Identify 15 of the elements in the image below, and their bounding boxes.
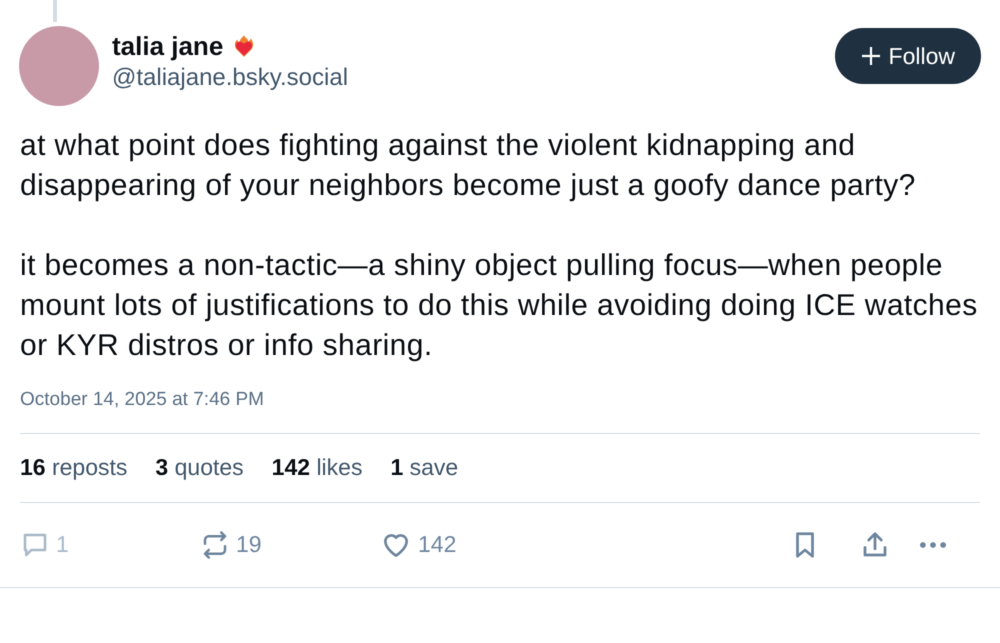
more-button[interactable]: [920, 542, 946, 548]
stat-link[interactable]: 16 reposts: [20, 450, 128, 485]
author-handle[interactable]: @taliajane.bsky.social: [112, 62, 348, 94]
post-text: at what point does fighting against the violent kidnapping and disappearing of your neighbors become just a goofy dance party?: [20, 128, 917, 204]
post-text: it becomes a non-tactic—a shiny object pulling focus—when people mount lots of justifications to do this while avoiding doing ICE watches or KYR distros or info sharing.: [20, 248, 979, 364]
like-button[interactable]: 142: [380, 527, 456, 562]
follow-button[interactable]: Follow: [834, 28, 981, 84]
author-name[interactable]: talia jane: [112, 30, 224, 62]
stat-link[interactable]: 3 quotes: [155, 450, 244, 485]
stat-link[interactable]: 1 save: [390, 450, 458, 485]
stat-link[interactable]: 142 likes: [272, 450, 362, 485]
post-timestamp: October 14, 2025 at 7:46 PM: [20, 389, 264, 410]
more-icon: [920, 542, 946, 548]
repost-button[interactable]: 19: [200, 527, 262, 562]
plus-icon: [860, 46, 881, 66]
